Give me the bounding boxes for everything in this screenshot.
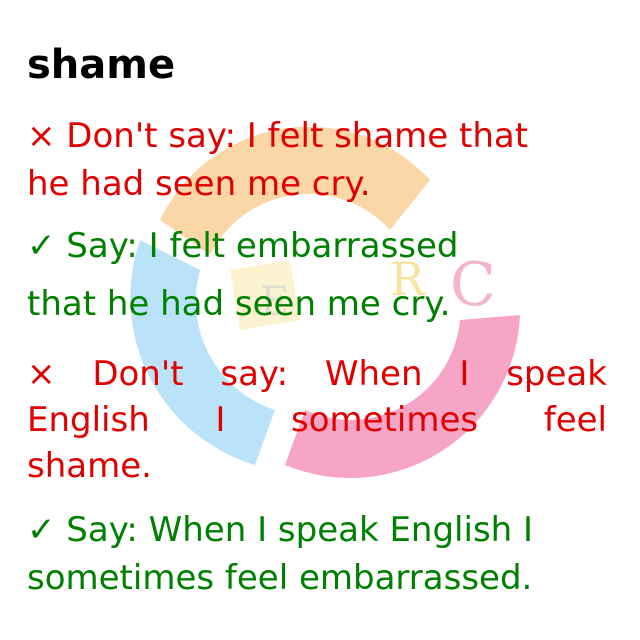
- wrong-example-2-line-3: shame.: [27, 446, 152, 486]
- word: say:: [220, 354, 289, 394]
- wrong-marker: ×: [27, 354, 56, 394]
- right-example-1-line-1: ✓ Say: I felt embarrassed: [27, 226, 459, 266]
- word: I: [215, 400, 226, 440]
- wrong-example-1-line-2: he had seen me cry.: [27, 164, 371, 204]
- headword: shame: [27, 42, 176, 88]
- word: English: [27, 400, 150, 440]
- word: sometimes: [291, 400, 479, 440]
- right-example-2-line-1: ✓ Say: When I speak English I: [27, 510, 534, 550]
- wrong-example-1-line-1: × Don't say: I felt shame that: [27, 116, 529, 156]
- word: speak: [506, 354, 607, 394]
- right-example-1-line-2: that he had seen me cry.: [27, 284, 451, 324]
- right-example-2-line-2: sometimes feel embarrassed.: [27, 558, 533, 598]
- word: feel: [543, 400, 607, 440]
- word: Don't: [92, 354, 184, 394]
- word: When: [324, 354, 423, 394]
- slide-canvas: R C E shame × Don't say: I felt shame th…: [0, 0, 640, 640]
- word: I: [459, 354, 470, 394]
- entry-content: shame × Don't say: I felt shame that he …: [0, 0, 640, 640]
- wrong-example-2-line-2: English I sometimes feel: [27, 396, 607, 444]
- wrong-example-2-line-1: × Don't say: When I speak: [27, 350, 607, 398]
